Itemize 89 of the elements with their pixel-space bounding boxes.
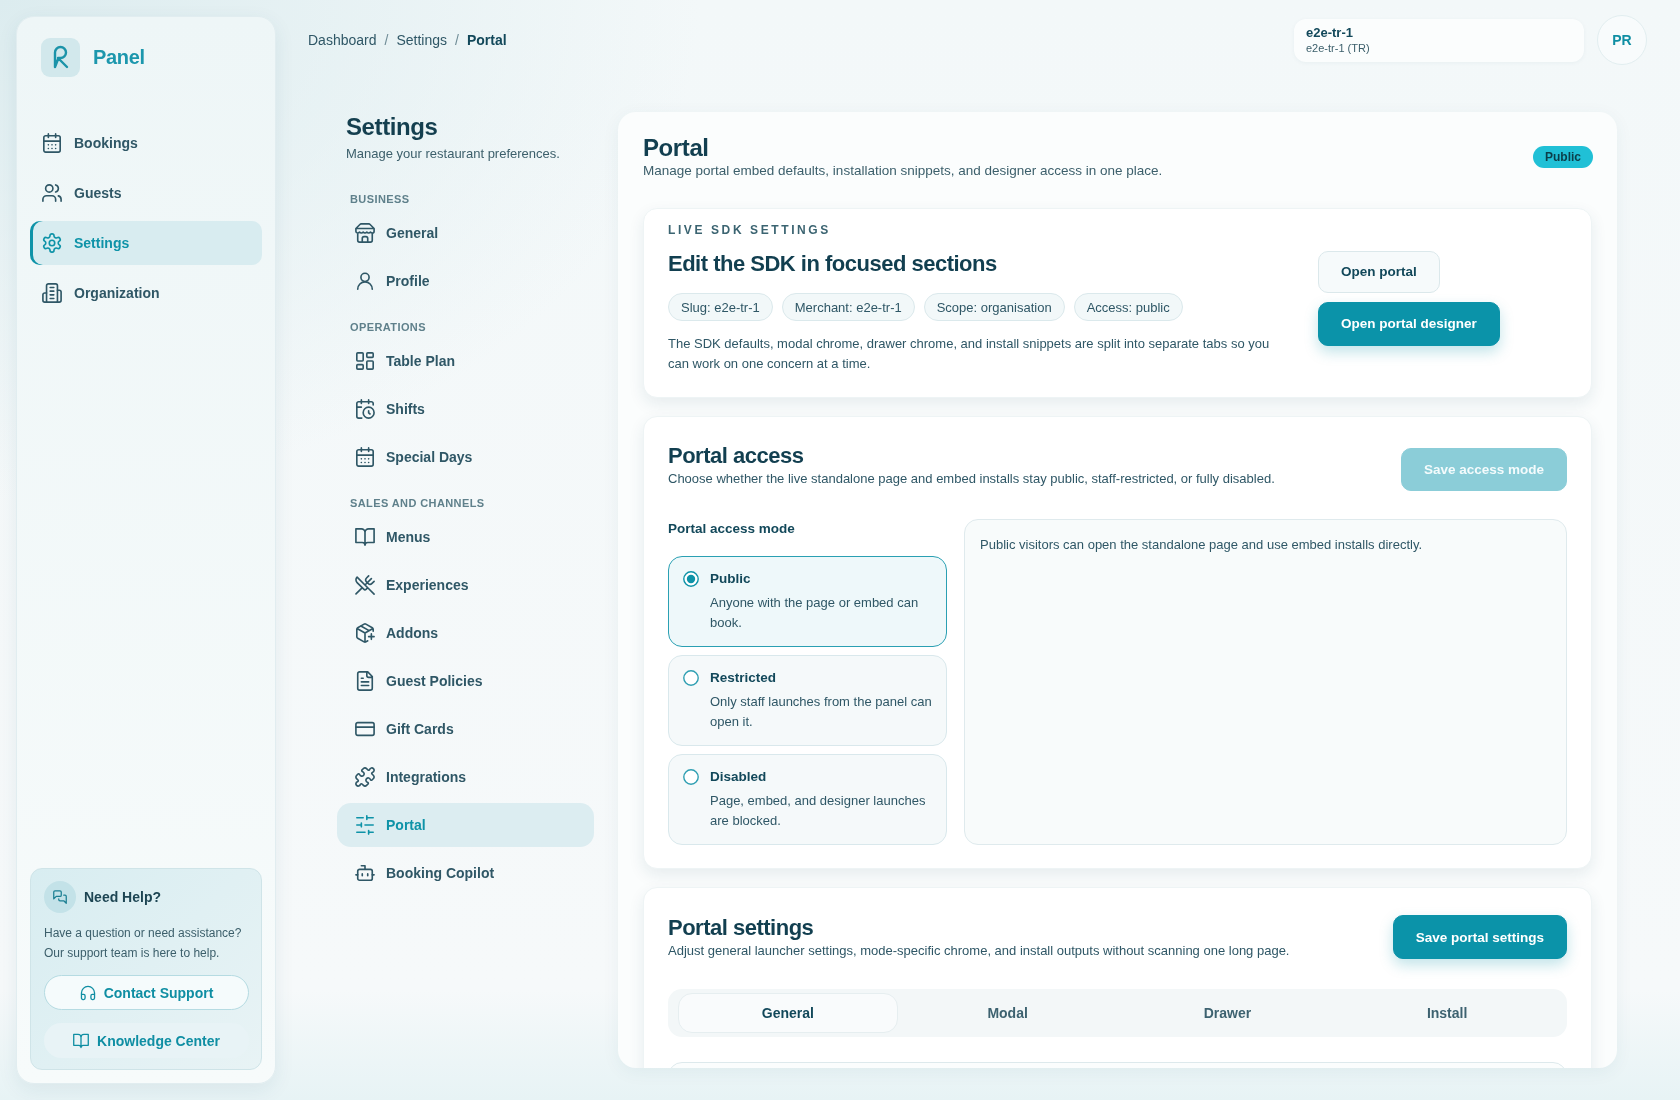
user-avatar-button[interactable]: PR <box>1597 15 1647 65</box>
settings-nav-item[interactable]: Integrations <box>337 755 594 799</box>
nav-item[interactable]: Guests <box>30 171 262 215</box>
section-title: Portal access <box>668 442 805 470</box>
section-description: The SDK defaults, modal chrome, drawer chrome, and install snippets are split into separate tabs so you can work on one concern at a time. <box>668 335 1271 373</box>
open-portal-button[interactable]: Open portal <box>1318 250 1440 293</box>
gear-icon <box>42 233 62 253</box>
info-text: Public visitors can open the standalone page and use embed installs directly. <box>980 536 1424 554</box>
open-designer-button[interactable]: Open portal designer <box>1318 301 1500 346</box>
help-text: Have a question or need assistance? Our support team is here to help. <box>44 925 243 962</box>
option-description: Page, embed, and designer launches are blocked. <box>710 792 927 830</box>
breadcrumb-separator: / <box>384 32 389 48</box>
info-chip: Access: public <box>1073 293 1183 321</box>
settings-nav-item[interactable]: Shifts <box>337 387 594 431</box>
brand-name: Panel <box>93 46 145 69</box>
radio-option[interactable]: Disabled Page, embed, and designer launches are blocked. <box>668 754 947 845</box>
section-description: Choose whether the live standalone page and embed installs stay public, staff-restricted, or fully disabled. <box>668 470 1276 488</box>
section-description: Adjust general launcher settings, mode-specific chrome, and install outputs without scanning one long page. <box>668 942 1291 960</box>
save-settings-button[interactable]: Save portal settings <box>1392 915 1567 959</box>
radio-icon <box>683 670 699 686</box>
help-title: Need Help? <box>84 889 161 905</box>
contact-support-button[interactable]: Contact Support <box>44 975 249 1010</box>
breadcrumb-current: Portal <box>466 32 507 48</box>
headphones-icon <box>79 984 96 1001</box>
radio-icon <box>683 769 699 785</box>
nav-item[interactable]: Organization <box>30 271 262 315</box>
nav-section-heading: BUSINESS <box>349 192 411 207</box>
nav-item[interactable]: Bookings <box>30 121 262 165</box>
page-description: Manage portal embed defaults, installation snippets, and designer access in one place. <box>643 162 1164 180</box>
breadcrumb-link[interactable]: Settings <box>396 32 447 48</box>
account-name: e2e-tr-1 <box>1306 24 1354 41</box>
tab[interactable]: General <box>678 993 898 1033</box>
option-description: Only staff launches from the panel can open it. <box>710 693 932 731</box>
book-icon <box>73 1032 90 1049</box>
settings-nav-item[interactable]: Booking Copilot <box>337 851 594 895</box>
utensils-icon <box>355 575 375 595</box>
option-title: Public <box>710 570 752 588</box>
logo-icon <box>41 38 80 77</box>
sliders-icon <box>355 815 375 835</box>
book-icon <box>355 527 375 547</box>
info-chip: Scope: organisation <box>923 293 1065 321</box>
settings-nav-item[interactable]: Guest Policies <box>337 659 594 703</box>
calendar-clock-icon <box>355 399 375 419</box>
calendar-icon <box>42 133 62 153</box>
person-icon <box>355 271 375 291</box>
building-icon <box>42 283 62 303</box>
settings-nav-item[interactable]: Special Days <box>337 435 594 479</box>
calendar-icon <box>355 447 375 467</box>
settings-nav-item[interactable]: General <box>337 211 594 255</box>
radio-option[interactable]: Restricted Only staff launches from the panel can open it. <box>668 655 947 746</box>
settings-nav-item[interactable]: Gift Cards <box>337 707 594 751</box>
option-title: Disabled <box>710 768 768 786</box>
radio-icon <box>683 571 699 587</box>
nav-section-heading: OPERATIONS <box>349 320 427 335</box>
store-icon <box>355 223 375 243</box>
radio-option[interactable]: Public Anyone with the page or embed can book. <box>668 556 947 647</box>
tab[interactable]: Install <box>1337 993 1557 1033</box>
nav-section-heading: SALES AND CHANNELS <box>349 496 486 511</box>
people-icon <box>42 183 62 203</box>
package-icon <box>355 623 375 643</box>
card-icon <box>355 719 375 739</box>
document-icon <box>355 671 375 691</box>
puzzle-icon <box>355 767 375 787</box>
info-chip: Slug: e2e-tr-1 <box>668 293 773 321</box>
option-description: Anyone with the page or embed can book. <box>710 594 920 632</box>
robot-icon <box>355 863 375 883</box>
settings-nav-item[interactable]: Profile <box>337 259 594 303</box>
page-title: Portal <box>643 134 710 162</box>
info-chip: Merchant: e2e-tr-1 <box>781 293 915 321</box>
tab[interactable]: Drawer <box>1117 993 1338 1033</box>
option-title: Restricted <box>710 669 778 687</box>
settings-nav-item[interactable]: Table Plan <box>337 339 594 383</box>
breadcrumb-separator: / <box>455 32 459 48</box>
settings-nav-item[interactable]: Addons <box>337 611 594 655</box>
settings-title: Settings <box>345 112 439 142</box>
chat-bubbles-icon <box>44 881 76 913</box>
settings-subtitle: Manage your restaurant preferences. <box>345 145 561 163</box>
tab[interactable]: Modal <box>897 993 1118 1033</box>
account-detail: e2e-tr-1 (TR) <box>1306 41 1371 56</box>
status-badge: Public <box>1533 146 1593 168</box>
settings-nav-item[interactable]: Menus <box>337 515 594 559</box>
field-label: Portal access mode <box>668 520 796 538</box>
section-title: Portal settings <box>668 914 815 942</box>
account-switcher[interactable]: e2e-tr-1 e2e-tr-1 (TR) <box>1294 18 1584 62</box>
grid-icon <box>355 351 375 371</box>
section-eyebrow: LIVE SDK SETTINGS <box>668 222 832 238</box>
section-title: Edit the SDK in focused sections <box>668 250 998 278</box>
settings-nav-item[interactable]: Experiences <box>337 563 594 607</box>
breadcrumb-link[interactable]: Dashboard <box>308 32 377 48</box>
